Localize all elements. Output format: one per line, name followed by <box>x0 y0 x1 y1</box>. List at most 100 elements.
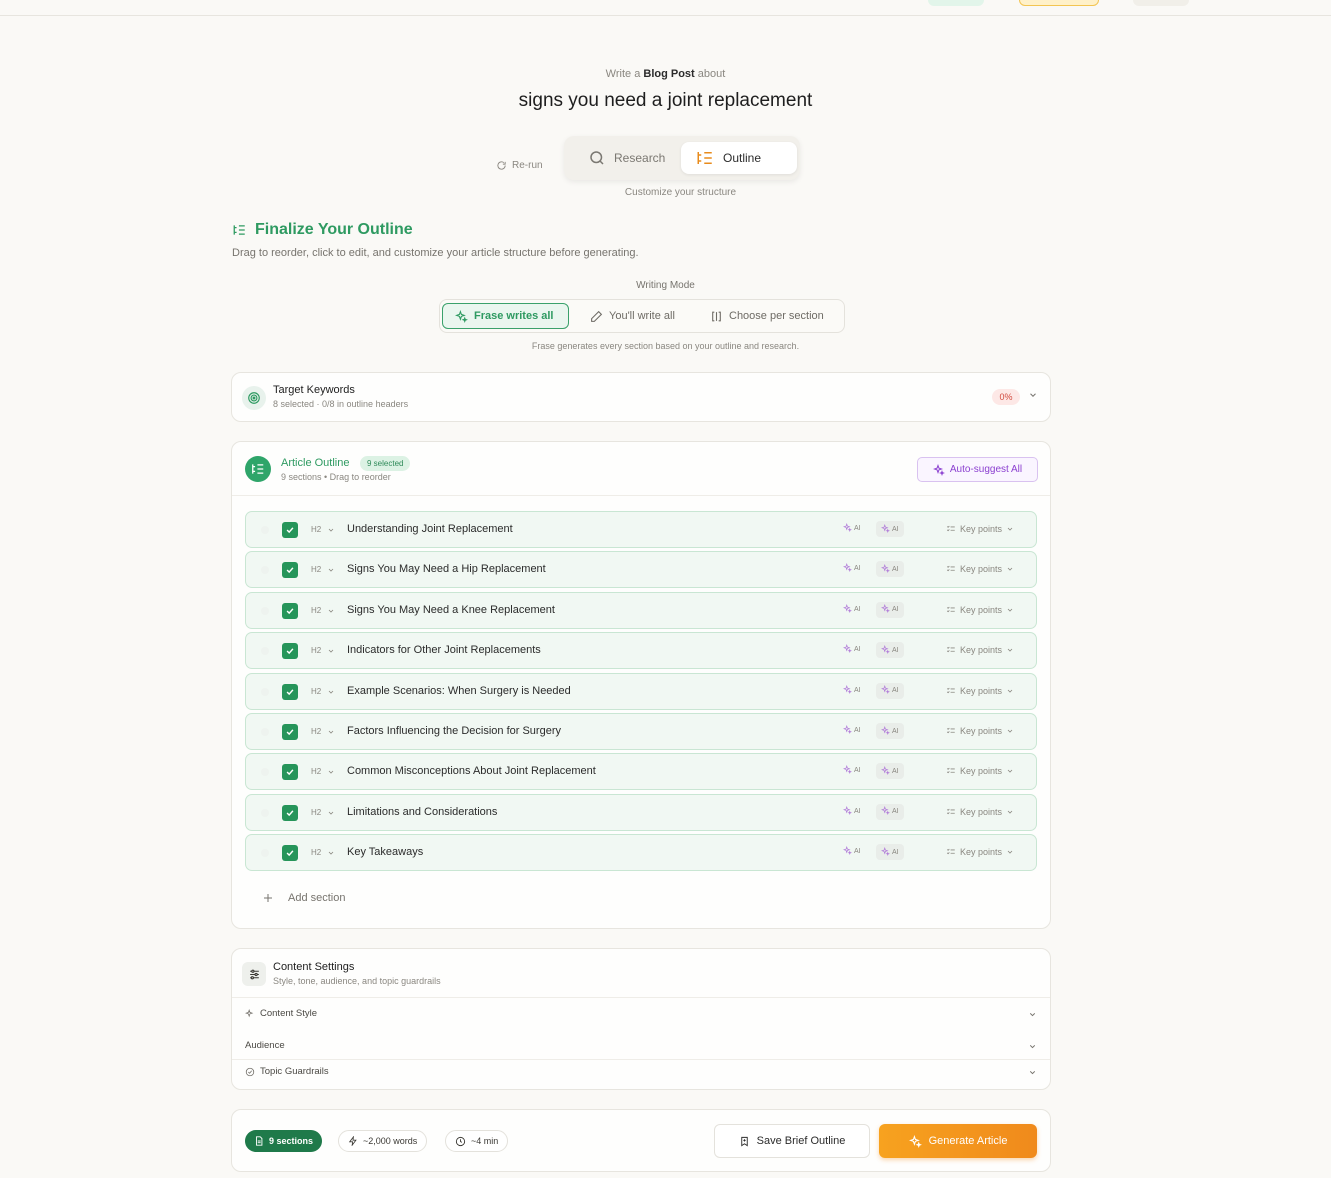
key-points-button[interactable]: Key points <box>946 686 1014 696</box>
ai-generate-toggle[interactable]: AI <box>876 601 904 618</box>
ai-rewrite-button[interactable]: AI <box>842 684 861 696</box>
ai-rewrite-button[interactable]: AI <box>842 765 861 776</box>
ai-rewrite-button[interactable]: AI <box>842 724 861 736</box>
section-checkbox[interactable] <box>282 602 298 619</box>
outline-section-row[interactable]: H2 Indicators for Other Joint Replacement… <box>245 632 1037 670</box>
section-title[interactable]: Signs You May Need a Hip Replacement <box>347 563 546 575</box>
ai-generate-toggle[interactable]: AI <box>876 682 904 699</box>
heading-level-select[interactable]: H2 <box>311 767 321 776</box>
outline-section-row[interactable]: H2 Key Takeaways AI AI Key points <box>245 834 1037 872</box>
heading-level-select[interactable]: H2 <box>311 687 321 696</box>
content-type[interactable]: Blog Post <box>643 68 694 80</box>
section-title[interactable]: Limitations and Considerations <box>347 806 497 818</box>
key-points-button[interactable]: Key points <box>946 524 1014 534</box>
ai-generate-toggle[interactable]: AI <box>876 561 904 578</box>
heading-level-select[interactable]: H2 <box>311 606 321 615</box>
writing-mode-frase[interactable]: Frase writes all <box>442 303 569 329</box>
drag-handle-icon[interactable] <box>261 526 269 534</box>
target-keywords-card[interactable]: Target Keywords 8 selected · 0/8 in outl… <box>231 372 1051 422</box>
tab-outline[interactable]: Outline <box>681 142 797 174</box>
section-checkbox[interactable] <box>282 562 298 579</box>
chevron-down-icon[interactable] <box>327 728 335 736</box>
key-points-button[interactable]: Key points <box>946 564 1014 574</box>
ai-rewrite-button[interactable]: AI <box>842 644 861 655</box>
content-style-section[interactable]: Content Style <box>245 1008 1037 1019</box>
writing-mode-self[interactable]: You'll write all <box>578 303 687 329</box>
drag-handle-icon[interactable] <box>261 606 269 615</box>
chevron-down-icon[interactable] <box>327 849 335 857</box>
heading-level-select[interactable]: H2 <box>311 848 321 857</box>
drag-handle-icon[interactable] <box>261 566 269 575</box>
heading-level-select[interactable]: H2 <box>311 727 321 736</box>
section-title[interactable]: Common Misconceptions About Joint Replac… <box>347 765 596 777</box>
section-title[interactable]: Example Scenarios: When Surgery is Neede… <box>347 685 571 697</box>
ai-generate-toggle[interactable]: AI <box>876 844 904 861</box>
ai-generate-toggle[interactable]: AI <box>876 803 904 820</box>
key-points-button[interactable]: Key points <box>946 847 1014 857</box>
key-points-button[interactable]: Key points <box>946 807 1014 817</box>
heading-level-select[interactable]: H2 <box>311 646 321 655</box>
ai-generate-toggle[interactable]: AI <box>876 723 904 739</box>
outline-section-row[interactable]: H2 Understanding Joint Replacement AI AI Key… <box>245 511 1037 548</box>
top-upgrade-pill[interactable] <box>1019 0 1099 6</box>
section-title[interactable]: Indicators for Other Joint Replacements <box>347 644 541 656</box>
key-points-button[interactable]: Key points <box>946 766 1014 776</box>
tab-research[interactable]: Research <box>574 142 679 174</box>
section-checkbox[interactable] <box>282 683 298 700</box>
rerun-button[interactable]: Re-run <box>496 160 543 171</box>
outline-section-row[interactable]: H2 Limitations and Considerations AI AI Key … <box>245 793 1037 831</box>
drag-handle-icon[interactable] <box>261 728 269 736</box>
drag-handle-icon[interactable] <box>261 687 269 696</box>
chevron-down-icon[interactable] <box>1028 390 1038 400</box>
section-title[interactable]: Signs You May Need a Knee Replacement <box>347 604 555 616</box>
outline-section-row[interactable]: H2 Signs You May Need a Hip Replacement AI… <box>245 551 1037 589</box>
chevron-down-icon[interactable] <box>327 566 335 574</box>
chevron-down-icon[interactable] <box>327 607 335 615</box>
top-menu-pill[interactable] <box>1133 0 1189 6</box>
section-title[interactable]: Key Takeaways <box>347 846 423 858</box>
section-checkbox[interactable] <box>282 522 298 538</box>
heading-level-select[interactable]: H2 <box>311 808 321 817</box>
heading-level-select[interactable]: H2 <box>311 525 321 534</box>
section-checkbox[interactable] <box>282 724 298 740</box>
section-checkbox[interactable] <box>282 764 298 781</box>
section-checkbox[interactable] <box>282 643 298 660</box>
outline-section-row[interactable]: H2 Signs You May Need a Knee Replacement A… <box>245 591 1037 629</box>
section-checkbox[interactable] <box>282 804 298 821</box>
outline-section-row[interactable]: H2 Common Misconceptions About Joint Repl… <box>245 753 1037 791</box>
chevron-down-icon[interactable] <box>327 688 335 696</box>
key-points-button[interactable]: Key points <box>946 645 1014 655</box>
heading-level-select[interactable]: H2 <box>311 565 321 574</box>
ai-rewrite-button[interactable]: AI <box>842 522 861 534</box>
ai-rewrite-button[interactable]: AI <box>842 563 861 574</box>
chevron-down-icon[interactable] <box>327 768 335 776</box>
writing-mode-per-section[interactable]: Choose per section <box>698 303 836 329</box>
drag-handle-icon[interactable] <box>261 768 269 777</box>
save-brief-outline-button[interactable]: Save Brief Outline <box>714 1124 870 1158</box>
outline-section-row[interactable]: H2 Example Scenarios: When Surgery is Nee… <box>245 672 1037 710</box>
generate-article-button[interactable]: Generate Article <box>879 1124 1037 1158</box>
chevron-down-icon[interactable] <box>327 809 335 817</box>
drag-handle-icon[interactable] <box>261 808 269 817</box>
section-title[interactable]: Factors Influencing the Decision for Sur… <box>347 725 561 737</box>
chevron-down-icon[interactable] <box>327 647 335 655</box>
top-status-pill[interactable] <box>928 0 984 6</box>
add-section-button[interactable]: Add section <box>262 892 345 904</box>
ai-generate-toggle[interactable]: AI <box>876 642 904 659</box>
ai-generate-toggle[interactable]: AI <box>876 521 904 537</box>
ai-rewrite-button[interactable]: AI <box>842 846 861 857</box>
key-points-button[interactable]: Key points <box>946 605 1014 615</box>
section-title[interactable]: Understanding Joint Replacement <box>347 523 513 535</box>
topic-guardrails-section[interactable]: Topic Guardrails <box>245 1066 1037 1077</box>
ai-rewrite-button[interactable]: AI <box>842 603 861 615</box>
ai-rewrite-button[interactable]: AI <box>842 805 861 817</box>
key-points-button[interactable]: Key points <box>946 726 1014 736</box>
drag-handle-icon[interactable] <box>261 647 269 656</box>
chevron-down-icon[interactable] <box>327 526 335 534</box>
outline-section-row[interactable]: H2 Factors Influencing the Decision for S… <box>245 713 1037 750</box>
section-checkbox[interactable] <box>282 845 298 862</box>
auto-suggest-all-button[interactable]: Auto-suggest All <box>917 457 1038 482</box>
ai-generate-toggle[interactable]: AI <box>876 763 904 780</box>
drag-handle-icon[interactable] <box>261 849 269 858</box>
audience-section[interactable]: Audience <box>245 1040 1037 1051</box>
